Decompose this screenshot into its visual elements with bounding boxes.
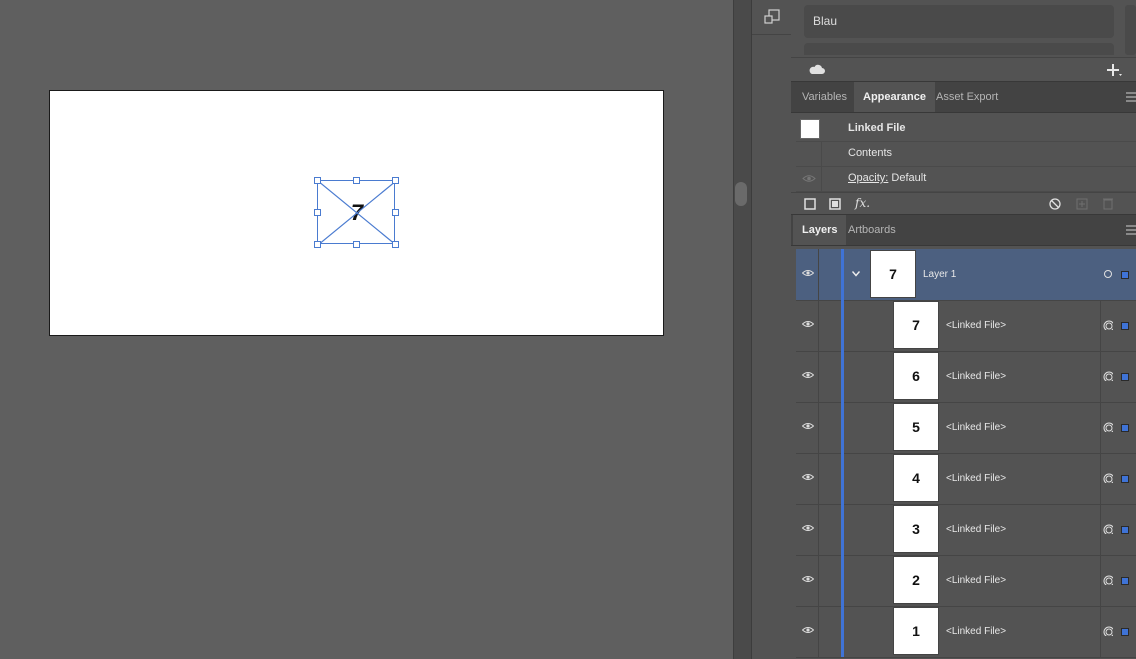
layer-name[interactable]: <Linked File> [946, 555, 1006, 606]
target-icon[interactable] [1103, 422, 1113, 432]
delete-item-icon[interactable] [1102, 197, 1114, 210]
resize-handle-ne[interactable] [392, 177, 399, 184]
layer-thumbnail: 3 [893, 505, 939, 553]
opacity-value: Default [891, 172, 927, 184]
visibility-eye-icon[interactable] [802, 575, 814, 583]
visibility-eye-icon[interactable] [802, 269, 814, 277]
layer-name[interactable]: <Linked File> [946, 300, 1006, 351]
target-icon[interactable] [1103, 473, 1113, 483]
appearance-object-row: Linked File [796, 116, 1136, 142]
selection-indicator[interactable] [1121, 526, 1129, 534]
visibility-eye-icon[interactable] [802, 320, 814, 328]
layer-name[interactable]: Layer 1 [923, 249, 956, 300]
layer-row-layer-1[interactable]: 7 Layer 1 [796, 249, 1136, 301]
visibility-eye-icon[interactable] [802, 473, 814, 481]
opacity-control[interactable]: Opacity: Default [848, 166, 926, 191]
tab-artboards[interactable]: Artboards [839, 215, 905, 245]
layer-thumbnail: 6 [893, 352, 939, 400]
visibility-eye-icon[interactable] [802, 524, 814, 532]
layer-thumbnail: 5 [893, 403, 939, 451]
appearance-opacity-row[interactable]: Opacity: Default [796, 166, 1136, 192]
linked-file-cross [318, 181, 396, 245]
layer-thumbnail: 2 [893, 556, 939, 604]
swatch-scrollbar[interactable] [1125, 5, 1136, 55]
appearance-object-type: Linked File [848, 122, 906, 134]
selection-indicator[interactable] [1121, 322, 1129, 330]
resize-handle-w[interactable] [314, 209, 321, 216]
target-icon[interactable] [1103, 320, 1113, 330]
object-thumbnail [800, 119, 820, 139]
selection-indicator[interactable] [1121, 271, 1129, 279]
layers-menu-icon[interactable] [1126, 224, 1136, 236]
resize-handle-se[interactable] [392, 241, 399, 248]
placed-linked-file[interactable]: 7 [314, 177, 399, 248]
layers-tab-bar: Layers Artboards [791, 214, 1136, 246]
layer-name[interactable]: <Linked File> [946, 606, 1006, 657]
tab-variables[interactable]: Variables [793, 82, 856, 112]
canvas-scrollbar[interactable] [733, 0, 752, 659]
layer-row[interactable]: 7 <Linked File> [796, 300, 1136, 352]
layer-row[interactable]: 5 <Linked File> [796, 402, 1136, 454]
layer-row[interactable]: 1 <Linked File> [796, 606, 1136, 658]
resize-handle-n[interactable] [353, 177, 360, 184]
appearance-toolbar: fx. [791, 192, 1136, 215]
visibility-eye-icon[interactable] [802, 422, 814, 430]
layer-name[interactable]: <Linked File> [946, 351, 1006, 402]
panel-menu-icon[interactable] [1126, 91, 1136, 103]
canvas-area[interactable]: 7 [0, 0, 733, 659]
layer-thumbnail: 1 [893, 607, 939, 655]
selection-indicator[interactable] [1121, 475, 1129, 483]
selection-indicator[interactable] [1121, 424, 1129, 432]
transform-icon [763, 9, 780, 24]
layer-row[interactable]: 3 <Linked File> [796, 504, 1136, 556]
layer-row[interactable]: 2 <Linked File> [796, 555, 1136, 607]
visibility-eye-icon[interactable] [802, 371, 814, 379]
layer-name[interactable]: <Linked File> [946, 504, 1006, 555]
selection-indicator[interactable] [1121, 373, 1129, 381]
layer-thumbnail: 7 [893, 301, 939, 349]
resize-handle-nw[interactable] [314, 177, 321, 184]
layer-name[interactable]: <Linked File> [946, 453, 1006, 504]
chevron-down-icon[interactable] [852, 271, 860, 277]
transform-panel-button[interactable] [752, 0, 791, 35]
cloud-icon[interactable] [808, 63, 826, 75]
visibility-eye-icon[interactable] [802, 626, 814, 634]
appearance-tab-bar: Variables Appearance Asset Export [791, 81, 1136, 113]
tab-appearance[interactable]: Appearance [854, 82, 935, 112]
duplicate-item-icon[interactable] [1076, 198, 1088, 210]
add-fill-icon[interactable] [829, 198, 841, 210]
layer-thumbnail: 4 [893, 454, 939, 502]
appearance-contents-row[interactable]: Contents [796, 141, 1136, 167]
resize-handle-sw[interactable] [314, 241, 321, 248]
layer-row[interactable]: 4 <Linked File> [796, 453, 1136, 505]
swatch-name-field[interactable]: Blau [804, 5, 1114, 38]
resize-handle-e[interactable] [392, 209, 399, 216]
swatch-list-item[interactable] [804, 43, 1114, 55]
target-icon[interactable] [1103, 371, 1113, 381]
target-icon[interactable] [1103, 524, 1113, 534]
visibility-eye-icon[interactable] [802, 174, 816, 183]
layer-name[interactable]: <Linked File> [946, 402, 1006, 453]
tab-asset-export[interactable]: Asset Export [927, 82, 1007, 112]
clear-appearance-icon[interactable] [1049, 198, 1061, 210]
add-effect-button[interactable]: fx. [855, 196, 870, 210]
contents-label: Contents [848, 147, 893, 159]
resize-handle-s[interactable] [353, 241, 360, 248]
target-icon[interactable] [1103, 626, 1113, 636]
scrollbar-thumb[interactable] [735, 182, 747, 206]
collapsed-panel-dock [751, 0, 792, 659]
add-icon[interactable] [1106, 62, 1124, 78]
selection-indicator[interactable] [1121, 577, 1129, 585]
layer-row[interactable]: 6 <Linked File> [796, 351, 1136, 403]
opacity-label[interactable]: Opacity: [848, 172, 888, 184]
libraries-toolbar [791, 57, 1136, 82]
target-icon[interactable] [1103, 575, 1113, 585]
selection-indicator[interactable] [1121, 628, 1129, 636]
layer-thumbnail: 7 [870, 250, 916, 298]
target-icon[interactable] [1103, 269, 1113, 279]
add-stroke-icon[interactable] [804, 198, 816, 210]
